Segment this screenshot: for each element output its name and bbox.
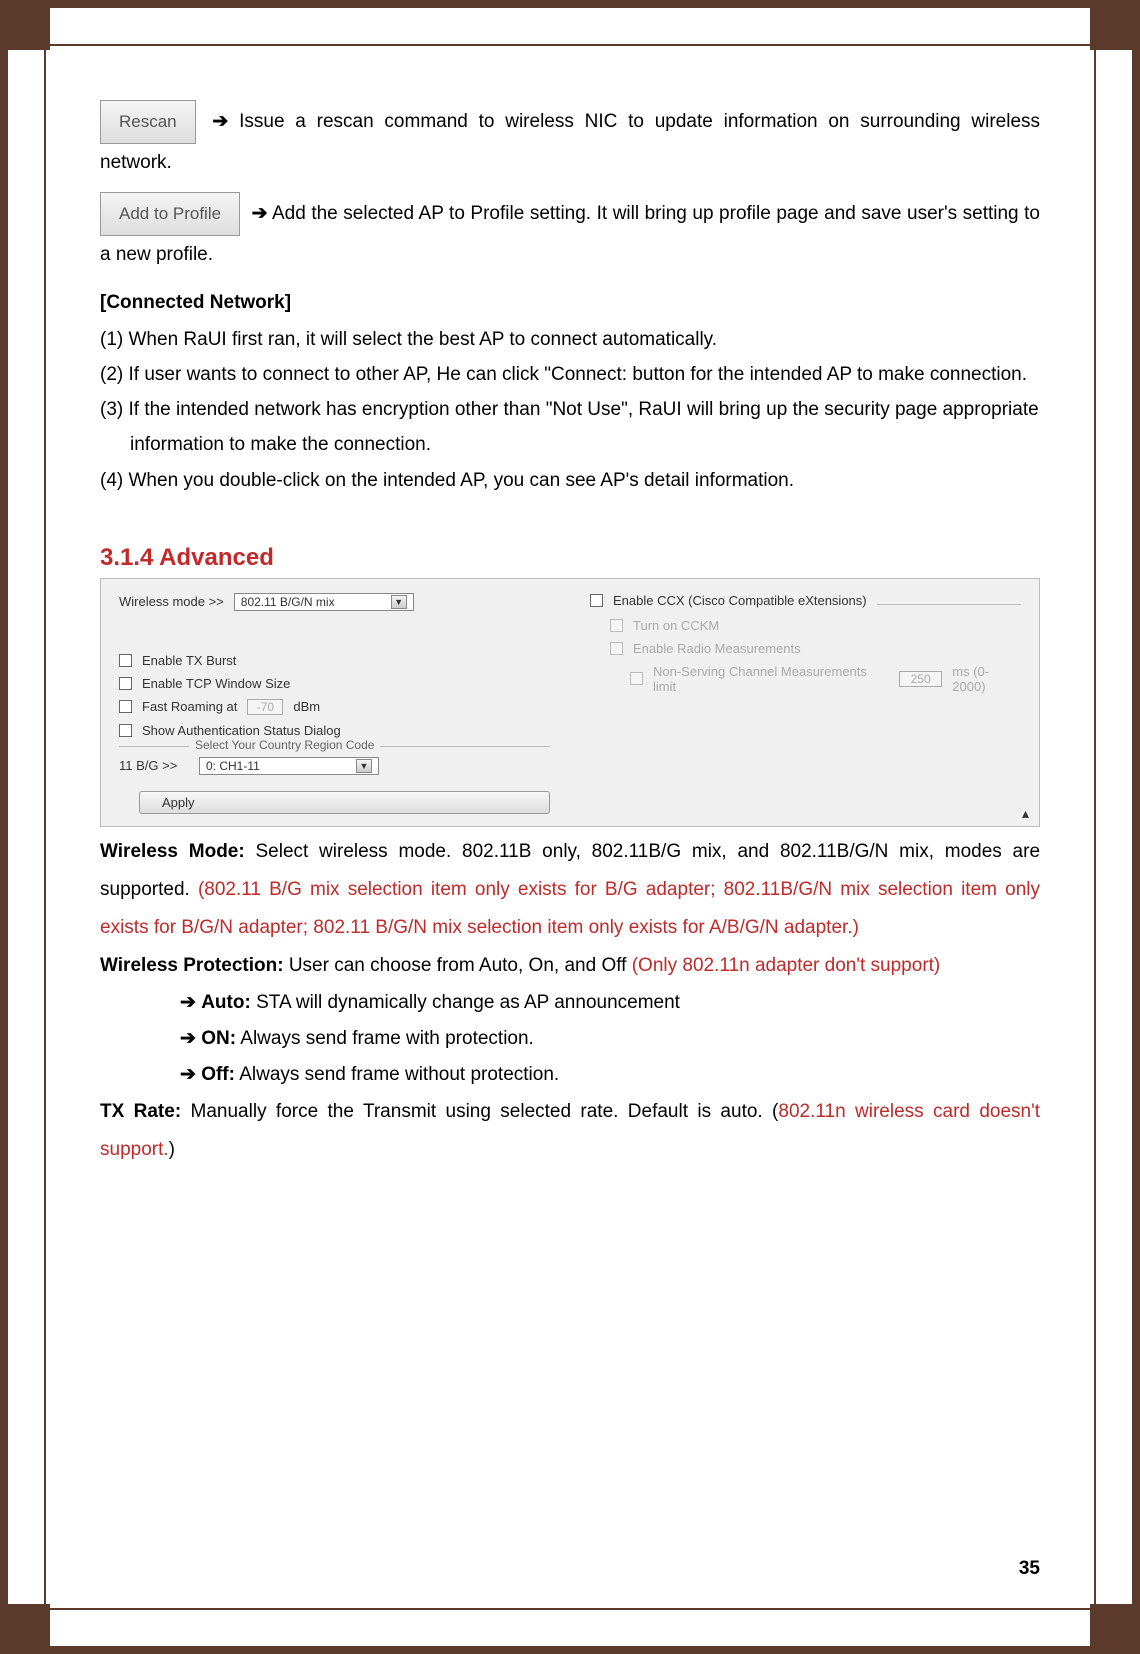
turn-on-cckm-checkbox [610, 619, 623, 632]
off-label: Off: [201, 1064, 235, 1085]
wireless-protection-text: User can choose from Auto, On, and Off [289, 955, 632, 976]
wireless-mode-label: Wireless mode >> [119, 594, 224, 609]
bg-region-row: 11 B/G >> 0: CH1-11 ▼ [119, 757, 550, 775]
show-auth-label: Show Authentication Status Dialog [142, 723, 341, 738]
nonserving-row: Non-Serving Channel Measurements limit 2… [630, 664, 1021, 694]
advanced-right-column: Enable CCX (Cisco Compatible eXtensions)… [590, 593, 1021, 814]
cckm-row: Turn on CCKM [610, 618, 1021, 633]
advanced-left-column: Wireless mode >> 802.11 B/G/N mix ▼ Enab… [119, 593, 550, 814]
enable-ccx-row: Enable CCX (Cisco Compatible eXtensions) [590, 593, 1021, 608]
country-region-fieldset: Select Your Country Region Code 11 B/G >… [119, 746, 550, 775]
dropdown-icon: ▼ [391, 595, 407, 609]
arrow-icon: ➔ [212, 111, 228, 132]
auto-bullet: ➔ Auto: STA will dynamically change as A… [180, 985, 1040, 1021]
page-number: 35 [1019, 1558, 1040, 1580]
section-heading-advanced: 3.1.4 Advanced [100, 544, 1040, 572]
wireless-mode-paragraph: Wireless Mode: Select wireless mode. 802… [100, 833, 1040, 947]
turn-on-cckm-label: Turn on CCKM [633, 618, 719, 633]
ccx-separator-line [877, 595, 1021, 605]
nonserving-label: Non-Serving Channel Measurements limit [653, 664, 889, 694]
wireless-mode-note: (802.11 B/G mix selection item only exis… [100, 879, 1040, 938]
tx-rate-bold: TX Rate: [100, 1101, 181, 1122]
addprofile-paragraph: Add to Profile ➔ Add the selected AP to … [100, 192, 1040, 274]
fast-roaming-label: Fast Roaming at [142, 699, 237, 714]
on-label: ON: [201, 1028, 236, 1049]
wireless-mode-value: 802.11 B/G/N mix [241, 595, 335, 609]
frame-corner [1090, 8, 1132, 50]
rescan-paragraph: Rescan ➔ Issue a rescan command to wirel… [100, 100, 1040, 182]
auto-label: Auto: [201, 992, 251, 1013]
advanced-settings-panel: Wireless mode >> 802.11 B/G/N mix ▼ Enab… [100, 578, 1040, 827]
addprofile-description: Add the selected AP to Profile setting. … [100, 203, 1040, 265]
auto-text: STA will dynamically change as AP announ… [256, 992, 680, 1013]
off-bullet: ➔ Off: Always send frame without protect… [180, 1057, 1040, 1093]
tx-rate-close: ) [169, 1139, 175, 1160]
wireless-mode-select[interactable]: 802.11 B/G/N mix ▼ [234, 593, 414, 611]
enable-tcp-window-checkbox[interactable] [119, 677, 132, 690]
connected-network-heading: [Connected Network] [100, 292, 1040, 314]
fast-roaming-row: Fast Roaming at -70 dBm [119, 699, 550, 715]
on-text: Always send frame with protection. [240, 1028, 534, 1049]
list-item: (2) If user wants to connect to other AP… [100, 357, 1040, 392]
tcp-window-row: Enable TCP Window Size [119, 676, 550, 691]
fast-roaming-unit: dBm [293, 699, 320, 714]
wireless-mode-bold: Wireless Mode: [100, 841, 245, 862]
enable-ccx-checkbox[interactable] [590, 594, 603, 607]
bg-region-select[interactable]: 0: CH1-11 ▼ [199, 757, 379, 775]
wireless-protection-note: (Only 802.11n adapter don't support) [632, 955, 941, 976]
nonserving-input: 250 [899, 671, 942, 687]
tx-burst-row: Enable TX Burst [119, 653, 550, 668]
nonserving-checkbox [630, 672, 643, 685]
nonserving-unit: ms (0-2000) [952, 664, 1021, 694]
show-auth-checkbox[interactable] [119, 724, 132, 737]
enable-tx-burst-label: Enable TX Burst [142, 653, 236, 668]
dropdown-icon: ▼ [356, 759, 372, 773]
bg-region-value: 0: CH1-11 [206, 759, 260, 773]
arrow-icon: ➔ [180, 1028, 196, 1049]
enable-tcp-window-label: Enable TCP Window Size [142, 676, 290, 691]
add-to-profile-button[interactable]: Add to Profile [100, 192, 240, 236]
list-item: (1) When RaUI first ran, it will select … [100, 322, 1040, 357]
apply-button[interactable]: Apply [139, 791, 550, 814]
enable-radio-label: Enable Radio Measurements [633, 641, 801, 656]
on-bullet: ➔ ON: Always send frame with protection. [180, 1021, 1040, 1057]
wireless-protection-paragraph: Wireless Protection: User can choose fro… [100, 947, 1040, 985]
frame-corner [8, 1604, 50, 1646]
enable-ccx-label: Enable CCX (Cisco Compatible eXtensions) [613, 593, 867, 608]
fast-roaming-checkbox[interactable] [119, 700, 132, 713]
off-text: Always send frame without protection. [239, 1064, 559, 1085]
show-auth-row: Show Authentication Status Dialog [119, 723, 550, 738]
tx-rate-paragraph: TX Rate: Manually force the Transmit usi… [100, 1093, 1040, 1169]
frame-corner [1090, 1604, 1132, 1646]
collapse-triangle-icon[interactable]: ▴ [1022, 805, 1029, 822]
page-content: Rescan ➔ Issue a rescan command to wirel… [100, 100, 1040, 1554]
wireless-protection-bold: Wireless Protection: [100, 955, 284, 976]
bg-label: 11 B/G >> [119, 758, 189, 773]
wireless-mode-row: Wireless mode >> 802.11 B/G/N mix ▼ [119, 593, 550, 611]
rescan-button[interactable]: Rescan [100, 100, 196, 144]
arrow-icon: ➔ [180, 992, 196, 1013]
enable-radio-checkbox [610, 642, 623, 655]
enable-tx-burst-checkbox[interactable] [119, 654, 132, 667]
rescan-description: Issue a rescan command to wireless NIC t… [100, 111, 1040, 173]
arrow-icon: ➔ [252, 203, 268, 224]
fast-roaming-input[interactable]: -70 [247, 699, 283, 715]
radio-measurements-row: Enable Radio Measurements [610, 641, 1021, 656]
arrow-icon: ➔ [180, 1064, 196, 1085]
list-item: (4) When you double-click on the intende… [100, 463, 1040, 498]
tx-rate-text: Manually force the Transmit using select… [191, 1101, 779, 1122]
country-region-legend: Select Your Country Region Code [189, 738, 380, 752]
list-item: (3) If the intended network has encrypti… [100, 392, 1040, 462]
